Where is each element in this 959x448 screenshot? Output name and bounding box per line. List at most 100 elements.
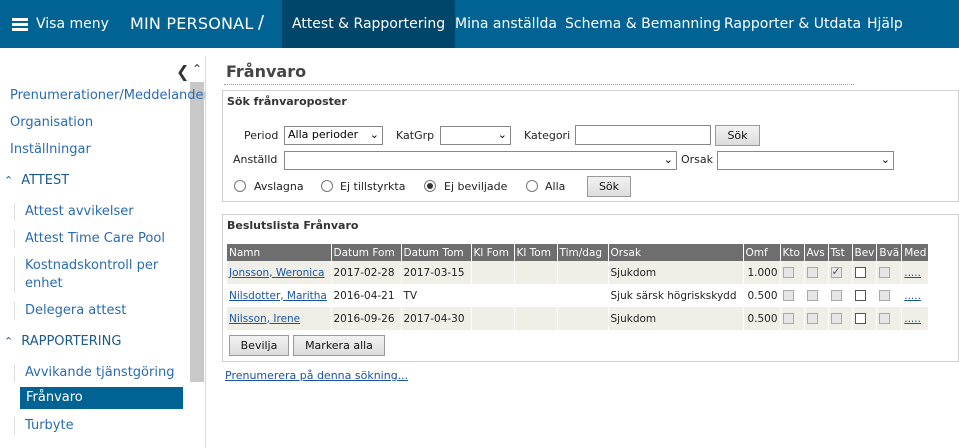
orsak-select[interactable]: ⌄ — [717, 151, 894, 170]
search-panel: Sök frånvaroposter Period Alla perioder … — [222, 90, 959, 202]
tab-attest-rapportering[interactable]: Attest & Rapportering — [282, 0, 456, 48]
col-omf[interactable]: Omf — [743, 244, 781, 261]
tab-hjalp[interactable]: Hjälp — [857, 0, 913, 48]
sidebar-section-rapportering[interactable]: ⌃ RAPPORTERING — [4, 334, 121, 349]
col-kl-tom[interactable]: Kl Tom — [514, 244, 558, 261]
tab-schema-bemanning[interactable]: Schema & Bemanning — [555, 0, 731, 48]
cell-bva — [876, 284, 903, 307]
cell-orsak: Sjukdom — [608, 307, 744, 330]
col-avs[interactable]: Avs — [804, 244, 829, 261]
tab-mina-anstallda[interactable]: Mina anställda — [445, 0, 567, 48]
cell-tim-dag — [557, 284, 609, 307]
cell-med[interactable]: ..... — [901, 261, 930, 284]
bev-checkbox[interactable] — [854, 267, 866, 278]
cell-kl-fom — [471, 307, 515, 330]
category-search-button[interactable]: Sök — [715, 125, 760, 146]
avs-checkbox — [806, 290, 818, 301]
col-tim-dag[interactable]: Tim/dag — [557, 244, 609, 261]
chevron-down-icon: ⌄ — [663, 153, 673, 166]
sidebar-item-organisation[interactable]: Organisation — [10, 115, 93, 130]
col-orsak[interactable]: Orsak — [608, 244, 744, 261]
employee-link[interactable]: Jonsson, Weronica — [229, 267, 324, 279]
col-bva[interactable]: Bvä — [876, 244, 903, 261]
orsak-label: Orsak — [681, 153, 714, 166]
cell-tst — [828, 261, 853, 284]
cell-med[interactable]: ..... — [901, 307, 930, 330]
message-link[interactable]: ..... — [904, 290, 921, 302]
col-med[interactable]: Med — [901, 244, 930, 261]
chevron-up-icon: ⌃ — [4, 174, 14, 187]
bva-checkbox — [879, 267, 891, 278]
top-navigation-bar: Visa meny MIN PERSONAL / Attest & Rappor… — [0, 0, 959, 48]
search-button[interactable]: Sök — [587, 176, 631, 197]
cell-bev[interactable] — [852, 307, 878, 330]
subscribe-search-link[interactable]: Prenumerera på denna sökning... — [225, 369, 408, 382]
cell-kto — [780, 284, 805, 307]
cell-bev[interactable] — [852, 284, 878, 307]
cell-kto — [780, 307, 805, 330]
cell-datum-tom: TV — [401, 284, 472, 307]
tab-rapporter-utdata[interactable]: Rapporter & Utdata — [714, 0, 871, 48]
cell-orsak: Sjuk särsk högriskskydd — [608, 284, 744, 307]
anstalld-select[interactable]: ⌄ — [284, 151, 677, 170]
radio-avslagna[interactable] — [234, 180, 246, 192]
sidebar: ❮ ⌃ Prenumerationer/Meddelanden Organisa… — [0, 56, 206, 448]
chevron-left-icon[interactable]: ❮ — [176, 62, 189, 81]
cell-datum-tom: 2017-03-15 — [401, 261, 472, 284]
sidebar-scrollbar[interactable] — [190, 82, 204, 382]
bev-checkbox[interactable] — [854, 290, 866, 301]
col-datum-tom[interactable]: Datum Tom — [401, 244, 472, 261]
cell-datum-tom: 2017-04-30 — [401, 307, 472, 330]
sidebar-item-kostnadskontroll[interactable]: Kostnadskontroll per enhet — [14, 257, 184, 293]
bev-checkbox[interactable] — [854, 313, 866, 324]
col-tst[interactable]: Tst — [828, 244, 853, 261]
col-bev[interactable]: Bev — [852, 244, 878, 261]
sidebar-item-prenumerationer[interactable]: Prenumerationer/Meddelanden — [10, 88, 205, 103]
brand-title[interactable]: MIN PERSONAL — [130, 0, 253, 48]
col-kl-fom[interactable]: Kl Fom — [471, 244, 515, 261]
employee-link[interactable]: Nilsdotter, Maritha — [229, 290, 327, 302]
chevron-down-icon: ⌄ — [880, 153, 890, 166]
period-select[interactable]: Alla perioder ⌄ — [284, 126, 383, 145]
chevron-up-icon: ⌃ — [4, 335, 14, 348]
cell-namn[interactable]: Jonsson, Weronica — [227, 261, 332, 284]
show-menu-button[interactable]: Visa meny — [12, 0, 109, 48]
cell-bev[interactable] — [852, 261, 878, 284]
sidebar-item-avvikande-tjanstgoring[interactable]: Avvikande tjänstgöring — [14, 364, 184, 382]
tst-checkbox — [830, 290, 842, 301]
sidebar-item-delegera-attest[interactable]: Delegera attest — [14, 302, 184, 320]
decision-list-title: Beslutslista Frånvaro — [227, 219, 359, 232]
radio-ej-beviljade[interactable] — [424, 180, 436, 192]
cell-kl-tom — [514, 261, 558, 284]
sidebar-item-turbyte[interactable]: Turbyte — [14, 417, 184, 435]
sidebar-item-franvaro[interactable]: Frånvaro — [20, 387, 183, 409]
radio-alla[interactable] — [526, 180, 538, 192]
sidebar-item-installningar[interactable]: Inställningar — [10, 142, 91, 157]
col-datum-fom[interactable]: Datum Fom — [331, 244, 402, 261]
message-link[interactable]: ..... — [904, 267, 921, 279]
cell-datum-fom: 2016-09-26 — [331, 307, 402, 330]
cell-bva — [876, 307, 903, 330]
sidebar-section-attest[interactable]: ⌃ ATTEST — [4, 173, 69, 188]
radio-ej-beviljade-label: Ej beviljade — [444, 180, 508, 193]
kategori-input[interactable] — [575, 125, 711, 145]
cell-bva — [876, 261, 903, 284]
radio-avslagna-label: Avslagna — [254, 180, 304, 193]
cell-namn[interactable]: Nilsdotter, Maritha — [227, 284, 332, 307]
cell-omf: 1.000 — [743, 261, 781, 284]
sidebar-item-attest-time-care-pool[interactable]: Attest Time Care Pool — [14, 230, 184, 248]
radio-ej-tillstyrkta[interactable] — [321, 180, 333, 192]
katgrp-select[interactable]: ⌄ — [440, 126, 511, 145]
cell-namn[interactable]: Nilsson, Irene — [227, 307, 332, 330]
col-kto[interactable]: Kto — [780, 244, 805, 261]
sidebar-item-attest-avvikelser[interactable]: Attest avvikelser — [14, 203, 184, 221]
cell-avs — [804, 284, 829, 307]
message-link[interactable]: ..... — [904, 313, 921, 325]
select-all-button[interactable]: Markera alla — [293, 335, 385, 356]
col-namn[interactable]: Namn — [227, 244, 332, 261]
cell-med[interactable]: ..... — [901, 284, 930, 307]
approve-button[interactable]: Bevilja — [229, 335, 289, 356]
radio-alla-label: Alla — [545, 180, 566, 193]
scroll-up-icon[interactable]: ⌃ — [192, 62, 202, 76]
employee-link[interactable]: Nilsson, Irene — [229, 313, 300, 325]
